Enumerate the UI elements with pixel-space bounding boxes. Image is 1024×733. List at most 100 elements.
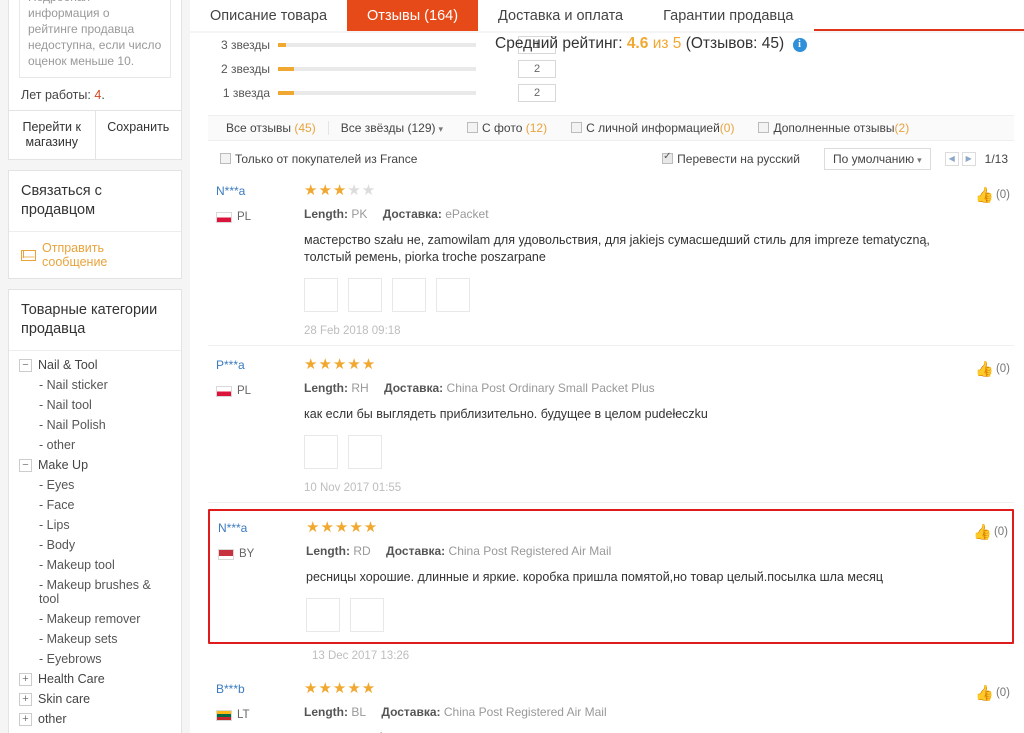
review-photo-thumb[interactable] <box>306 598 340 632</box>
category-group-skin-care[interactable]: + Skin care <box>9 689 181 709</box>
review-stars: ★★★★★ <box>306 519 379 536</box>
filter-additional-reviews[interactable]: Дополненные отзывы(2) <box>746 121 921 135</box>
save-seller-button[interactable]: Сохранить <box>94 111 182 159</box>
collapse-icon[interactable]: − <box>19 358 32 372</box>
review-stars: ★★★★★ <box>304 356 377 373</box>
review-country: PL <box>216 211 304 223</box>
subcategory-makeup-remover[interactable]: - Makeup remover <box>9 609 181 629</box>
filter-buyers-only-label: Только от покупателей из France <box>235 152 418 166</box>
subcategory-eyes[interactable]: - Eyes <box>9 475 181 495</box>
tab-reviews[interactable]: Отзывы (164) <box>347 0 479 31</box>
histogram-row-2star: 2 звезды 2 <box>190 57 1024 81</box>
flag-lt-icon <box>216 709 232 721</box>
chevron-down-icon: ▾ <box>438 124 444 134</box>
average-rating-of: из 5 <box>652 35 682 52</box>
histogram-label: 2 звезды <box>220 62 270 76</box>
review-photo-thumb[interactable] <box>348 278 382 312</box>
thumbs-up-icon[interactable]: 👍 <box>973 524 992 541</box>
filter-all-reviews[interactable]: Все отзывы (45) <box>214 121 329 135</box>
shipping-value: ePacket <box>445 207 489 221</box>
years-label: Лет работы: <box>21 88 91 102</box>
filter-translate[interactable]: Перевести на русский <box>650 151 812 166</box>
category-group-health-care[interactable]: + Health Care <box>9 669 181 689</box>
expand-icon[interactable]: + <box>19 712 32 726</box>
category-group-make-up[interactable]: − Make Up <box>9 455 181 475</box>
review-photo-thumb[interactable] <box>304 435 338 469</box>
subcategory-face[interactable]: - Face <box>9 495 181 515</box>
checkbox-translate[interactable] <box>662 151 674 164</box>
thumbs-up-icon[interactable]: 👍 <box>975 361 994 378</box>
length-value: PK <box>351 207 368 221</box>
subcategory-nail-sticker[interactable]: - Nail sticker <box>9 375 181 395</box>
expand-icon[interactable]: + <box>19 672 32 686</box>
shipping-key: Доставка: <box>384 381 444 395</box>
review-helpful[interactable]: 👍 (0) <box>948 682 1010 733</box>
filter-buyers-from-country[interactable]: Только от покупателей из France <box>214 152 429 166</box>
sidebar: Нет рейтинга Подробная информация о рейт… <box>0 0 190 733</box>
shipping-value: China Post Registered Air Mail <box>448 544 612 558</box>
subcategory-lips[interactable]: - Lips <box>9 515 181 535</box>
category-label: Nail & Tool <box>38 358 98 372</box>
subcategory-nail-polish[interactable]: - Nail Polish <box>9 415 181 435</box>
subcategory-makeup-tool[interactable]: - Makeup tool <box>9 555 181 575</box>
checkbox-with-photo[interactable] <box>467 122 479 133</box>
review-meta: Length: PK Доставка: ePacket <box>304 207 948 221</box>
filter-with-personal-info[interactable]: С личной информацией(0) <box>559 121 746 135</box>
collapse-icon[interactable]: − <box>19 458 32 472</box>
expand-icon[interactable]: + <box>19 692 32 706</box>
average-rating-value: 4.6 <box>626 35 649 52</box>
review-body: ★★★★★ Length: RD Доставка: China Post Re… <box>306 519 946 632</box>
category-group-nail-tool[interactable]: − Nail & Tool <box>9 355 181 375</box>
histogram-bar-track <box>278 43 476 47</box>
subcategory-nail-tool[interactable]: - Nail tool <box>9 395 181 415</box>
review-username[interactable]: B***b <box>216 682 304 696</box>
country-code: LT <box>237 709 250 721</box>
tab-shipping-payment[interactable]: Доставка и оплата <box>478 0 644 31</box>
review-date: 28 Feb 2018 09:18 <box>304 325 401 337</box>
review-photo-thumb[interactable] <box>392 278 426 312</box>
info-icon[interactable]: i <box>792 38 807 52</box>
tab-description[interactable]: Описание товара <box>190 0 348 31</box>
category-group-other[interactable]: + other <box>9 709 181 729</box>
review-username[interactable]: N***a <box>216 184 304 198</box>
category-group-others[interactable]: + Others <box>9 729 181 733</box>
histogram-bar-fill <box>278 43 286 47</box>
tab-seller-guarantees[interactable]: Гарантии продавца <box>643 0 814 31</box>
category-label: other <box>38 712 67 726</box>
review-photo-thumb[interactable] <box>348 435 382 469</box>
rating-description: Подробная информация о рейтинге продавца… <box>28 0 162 68</box>
review-photo-thumb[interactable] <box>436 278 470 312</box>
review-username[interactable]: P***a <box>216 358 304 372</box>
filter-all-stars[interactable]: Все звёзды (129) ▾ <box>329 121 455 135</box>
subcategory-makeup-brushes[interactable]: - Makeup brushes & tool <box>9 575 181 609</box>
sort-select[interactable]: По умолчанию ▾ <box>823 148 931 170</box>
send-message-button[interactable]: Отправить сообщение <box>9 232 181 278</box>
filter-with-personal-label: С личной информацией <box>586 121 720 135</box>
checkbox-additional-reviews[interactable] <box>758 122 770 133</box>
checkbox-with-personal-info[interactable] <box>571 122 583 133</box>
helpful-count: (0) <box>995 687 1010 699</box>
checkbox-buyers-only[interactable] <box>220 153 231 164</box>
review-helpful[interactable]: 👍 (0) <box>946 521 1008 632</box>
review-item: P***a PL ★★★★★ Length: RH Доставка: Chin… <box>208 346 1014 503</box>
review-helpful[interactable]: 👍 (0) <box>948 184 1010 337</box>
length-value: BL <box>351 705 367 719</box>
subcategory-body[interactable]: - Body <box>9 535 181 555</box>
subcategory-makeup-sets[interactable]: - Makeup sets <box>9 629 181 649</box>
review-text: мастерство szału не, zamowilam для удово… <box>304 233 930 264</box>
thumbs-up-icon[interactable]: 👍 <box>975 187 994 204</box>
review-username[interactable]: N***a <box>218 521 306 535</box>
prev-page-button[interactable]: ◀ <box>944 152 959 166</box>
review-photo-thumb[interactable] <box>304 278 338 312</box>
go-to-store-button[interactable]: Перейти к магазину <box>9 111 95 159</box>
review-helpful[interactable]: 👍 (0) <box>948 358 1010 494</box>
subcategory-eyebrows[interactable]: - Eyebrows <box>9 649 181 669</box>
review-text: как если бы выглядеть приблизительно. бу… <box>304 407 708 421</box>
histogram-bar-track <box>278 67 476 71</box>
next-page-button[interactable]: ▶ <box>961 152 976 166</box>
filter-with-photo[interactable]: С фото (12) <box>455 121 559 135</box>
review-photo-thumb[interactable] <box>350 598 384 632</box>
subcategory-nail-other[interactable]: - other <box>9 435 181 455</box>
average-rating: Средний рейтинг: 4.6 из 5 (Отзывов: 45) … <box>495 35 807 53</box>
thumbs-up-icon[interactable]: 👍 <box>975 685 994 702</box>
